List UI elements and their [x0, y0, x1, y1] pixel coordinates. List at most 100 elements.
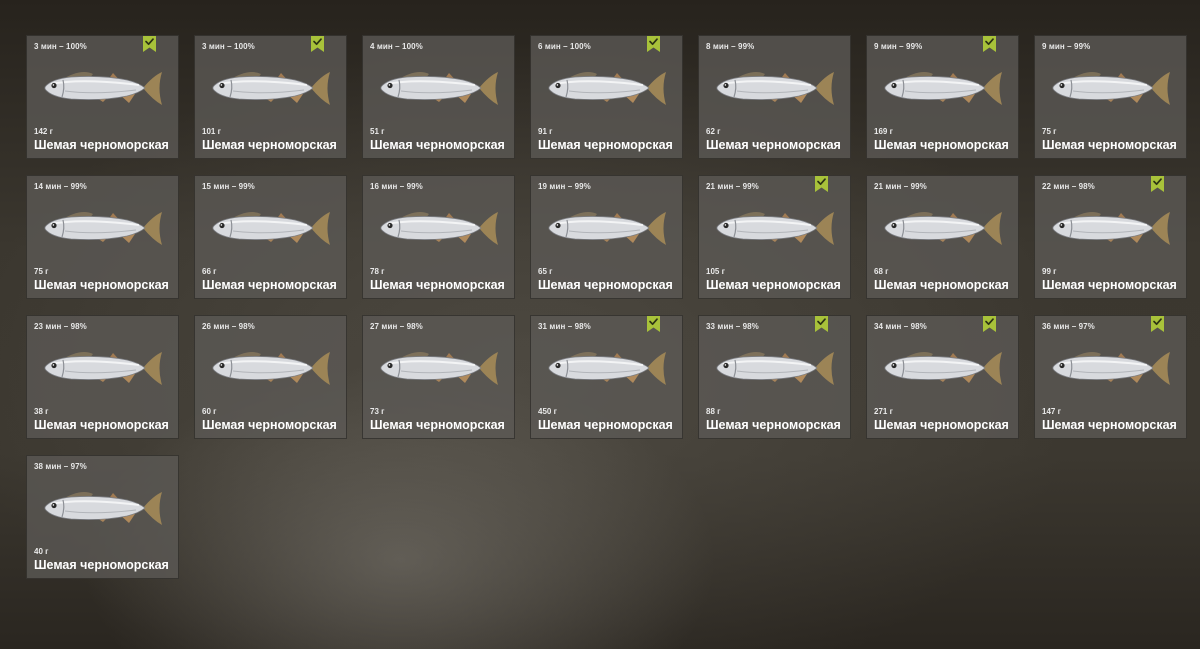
catch-time-quality: 9 мин – 99%: [1042, 42, 1091, 51]
catch-time-quality: 36 мин – 97%: [1042, 322, 1095, 331]
catch-species-name: Шемая черноморская: [370, 278, 505, 292]
fish-icon: [884, 72, 1002, 105]
catch-card[interactable]: 6 мин – 100% 91 г Шемая черноморская: [530, 35, 683, 159]
catch-species-name: Шемая черноморская: [706, 418, 841, 432]
bookmark-check-icon: [983, 36, 996, 52]
catch-card[interactable]: 33 мин – 98% 88 г Шемая черноморская: [698, 315, 851, 439]
catch-card[interactable]: 23 мин – 98% 38 г Шемая черноморская: [26, 315, 179, 439]
catch-card[interactable]: 36 мин – 97% 147 г Шемая черноморская: [1034, 315, 1187, 439]
catch-card[interactable]: 9 мин – 99% 169 г Шемая черноморская: [866, 35, 1019, 159]
catch-card[interactable]: 21 мин – 99% 68 г Шемая черноморская: [866, 175, 1019, 299]
catch-weight: 78 г: [370, 267, 385, 276]
catch-card[interactable]: 21 мин – 99% 105 г Шемая черноморская: [698, 175, 851, 299]
catch-card[interactable]: 34 мин – 98% 271 г Шемая черноморская: [866, 315, 1019, 439]
catch-card[interactable]: 38 мин – 97% 40 г Шемая черноморская: [26, 455, 179, 579]
catch-species-name: Шемая черноморская: [34, 558, 169, 572]
catch-time-quality: 31 мин – 98%: [538, 322, 591, 331]
fish-icon: [1052, 352, 1170, 385]
catch-species-name: Шемая черноморская: [538, 138, 673, 152]
fish-icon: [212, 212, 330, 245]
catch-time-quality: 34 мин – 98%: [874, 322, 927, 331]
fish-icon: [548, 352, 666, 385]
catch-time-quality: 22 мин – 98%: [1042, 182, 1095, 191]
catch-card[interactable]: 26 мин – 98% 60 г Шемая черноморская: [194, 315, 347, 439]
catch-time-quality: 8 мин – 99%: [706, 42, 755, 51]
catch-card[interactable]: 16 мин – 99% 78 г Шемая черноморская: [362, 175, 515, 299]
bookmark-check-icon: [1151, 176, 1164, 192]
catch-weight: 450 г: [538, 407, 557, 416]
catch-card[interactable]: 4 мин – 100% 51 г Шемая черноморская: [362, 35, 515, 159]
catch-weight: 40 г: [34, 547, 49, 556]
catch-species-name: Шемая черноморская: [370, 418, 505, 432]
catch-weight: 75 г: [34, 267, 49, 276]
catch-weight: 65 г: [538, 267, 553, 276]
fish-icon: [380, 212, 498, 245]
catch-weight: 101 г: [202, 127, 221, 136]
catch-time-quality: 14 мин – 99%: [34, 182, 87, 191]
catch-grid: 3 мин – 100% 142 г Шемая черноморская 3 …: [26, 35, 1187, 579]
catch-weight: 271 г: [874, 407, 893, 416]
fish-icon: [212, 72, 330, 105]
catch-weight: 60 г: [202, 407, 217, 416]
catch-card[interactable]: 8 мин – 99% 62 г Шемая черноморская: [698, 35, 851, 159]
bookmark-check-icon: [815, 316, 828, 332]
fish-icon: [380, 72, 498, 105]
catch-species-name: Шемая черноморская: [202, 418, 337, 432]
catch-time-quality: 33 мин – 98%: [706, 322, 759, 331]
catch-card[interactable]: 3 мин – 100% 101 г Шемая черноморская: [194, 35, 347, 159]
catch-weight: 66 г: [202, 267, 217, 276]
catch-time-quality: 6 мин – 100%: [538, 42, 591, 51]
catch-time-quality: 26 мин – 98%: [202, 322, 255, 331]
fish-icon: [44, 72, 162, 105]
catch-species-name: Шемая черноморская: [706, 138, 841, 152]
catch-species-name: Шемая черноморская: [874, 418, 1009, 432]
catch-time-quality: 27 мин – 98%: [370, 322, 423, 331]
catch-species-name: Шемая черноморская: [202, 278, 337, 292]
catch-species-name: Шемая черноморская: [1042, 418, 1177, 432]
catch-species-name: Шемая черноморская: [538, 278, 673, 292]
fish-icon: [884, 212, 1002, 245]
catch-weight: 75 г: [1042, 127, 1057, 136]
catch-card[interactable]: 14 мин – 99% 75 г Шемая черноморская: [26, 175, 179, 299]
bookmark-check-icon: [983, 316, 996, 332]
catch-weight: 169 г: [874, 127, 893, 136]
catch-card[interactable]: 9 мин – 99% 75 г Шемая черноморская: [1034, 35, 1187, 159]
bookmark-check-icon: [647, 316, 660, 332]
fish-icon: [212, 352, 330, 385]
catch-time-quality: 3 мин – 100%: [202, 42, 255, 51]
catch-weight: 68 г: [874, 267, 889, 276]
catch-weight: 142 г: [34, 127, 53, 136]
catch-species-name: Шемая черноморская: [34, 138, 169, 152]
catch-card[interactable]: 15 мин – 99% 66 г Шемая черноморская: [194, 175, 347, 299]
catch-species-name: Шемая черноморская: [706, 278, 841, 292]
bookmark-check-icon: [311, 36, 324, 52]
bookmark-check-icon: [143, 36, 156, 52]
catch-card[interactable]: 31 мин – 98% 450 г Шемая черноморская: [530, 315, 683, 439]
catch-card[interactable]: 3 мин – 100% 142 г Шемая черноморская: [26, 35, 179, 159]
fish-icon: [44, 212, 162, 245]
catch-time-quality: 9 мин – 99%: [874, 42, 923, 51]
fish-icon: [1052, 212, 1170, 245]
catch-time-quality: 38 мин – 97%: [34, 462, 87, 471]
catch-time-quality: 21 мин – 99%: [874, 182, 927, 191]
catch-card[interactable]: 27 мин – 98% 73 г Шемая черноморская: [362, 315, 515, 439]
catch-species-name: Шемая черноморская: [874, 278, 1009, 292]
catch-time-quality: 19 мин – 99%: [538, 182, 591, 191]
catch-species-name: Шемая черноморская: [538, 418, 673, 432]
catch-weight: 105 г: [706, 267, 725, 276]
fish-icon: [716, 72, 834, 105]
catch-time-quality: 4 мин – 100%: [370, 42, 423, 51]
catch-weight: 88 г: [706, 407, 721, 416]
catch-species-name: Шемая черноморская: [874, 138, 1009, 152]
fish-icon: [44, 352, 162, 385]
catch-weight: 91 г: [538, 127, 553, 136]
catch-species-name: Шемая черноморская: [1042, 138, 1177, 152]
catch-time-quality: 3 мин – 100%: [34, 42, 87, 51]
catch-card[interactable]: 22 мин – 98% 99 г Шемая черноморская: [1034, 175, 1187, 299]
catch-weight: 73 г: [370, 407, 385, 416]
bookmark-check-icon: [1151, 316, 1164, 332]
fish-icon: [716, 352, 834, 385]
fish-icon: [884, 352, 1002, 385]
fish-icon: [44, 492, 162, 525]
catch-card[interactable]: 19 мин – 99% 65 г Шемая черноморская: [530, 175, 683, 299]
